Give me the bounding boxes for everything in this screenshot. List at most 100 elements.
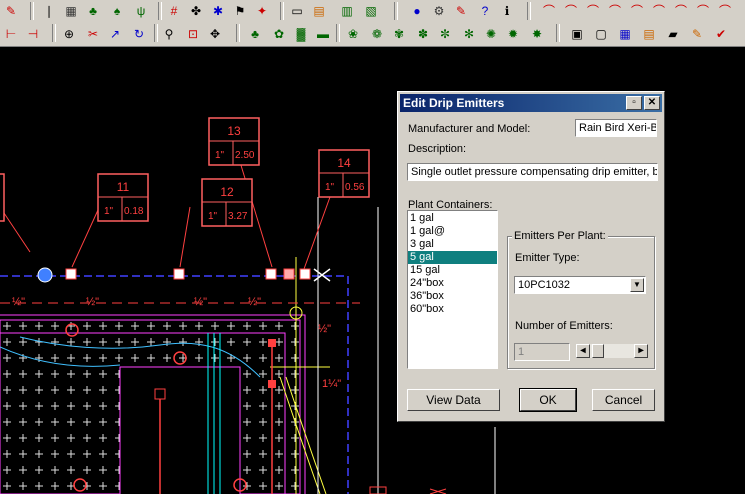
- table-icon[interactable]: ▦: [616, 25, 634, 43]
- callout-11[interactable]: 11 1" 0.18: [97, 173, 149, 222]
- select-icon[interactable]: ▭: [288, 2, 306, 20]
- check-icon[interactable]: ✔: [712, 25, 730, 43]
- manufacturer-field[interactable]: Rain Bird Xeri-B: [575, 119, 657, 137]
- list-item[interactable]: 60"box: [408, 303, 497, 316]
- toolbar-separator: [52, 24, 56, 42]
- list-item[interactable]: 1 gal: [408, 212, 497, 225]
- plant-copy-icon[interactable]: ✸: [528, 25, 546, 43]
- restore-icon[interactable]: ▫: [626, 96, 642, 110]
- report-icon[interactable]: ▥: [338, 2, 356, 20]
- arc-icon[interactable]: ⌒: [584, 2, 602, 20]
- chevron-right-icon[interactable]: ▸: [634, 344, 648, 358]
- plant-schedule-icon[interactable]: ✼: [436, 25, 454, 43]
- list-item[interactable]: 15 gal: [408, 264, 497, 277]
- edit-icon[interactable]: ✎: [452, 2, 470, 20]
- arc-icon[interactable]: ⌒: [650, 2, 668, 20]
- pan-icon[interactable]: ✥: [206, 25, 224, 43]
- measure-icon[interactable]: ⊣: [24, 25, 42, 43]
- emitter-type-select[interactable]: 10PC1032 ▼: [514, 276, 646, 294]
- settings-icon[interactable]: ⚙: [430, 2, 448, 20]
- callout-value: 2.50: [235, 150, 255, 161]
- detail-icon[interactable]: ▢: [592, 25, 610, 43]
- cancel-button[interactable]: Cancel: [592, 389, 655, 411]
- schedule-icon[interactable]: ▧: [362, 2, 380, 20]
- draw-icon[interactable]: ✎: [2, 2, 20, 20]
- rotate-icon[interactable]: ↻: [130, 25, 148, 43]
- num-emitters-field[interactable]: 1: [514, 343, 570, 361]
- edit-drip-emitters-dialog: Edit Drip Emitters ▫ ✕ Manufacturer and …: [397, 91, 665, 422]
- callout-14[interactable]: 14 1" 0.56: [318, 149, 370, 198]
- note-icon[interactable]: ✎: [688, 25, 706, 43]
- callout-value: 0.18: [124, 206, 144, 217]
- view-data-button[interactable]: View Data: [407, 389, 500, 411]
- pipe-label: ½": [248, 296, 261, 308]
- callout-size: 1": [208, 211, 218, 222]
- calc-icon[interactable]: ▤: [310, 2, 328, 20]
- emitter-symbol: [265, 268, 277, 280]
- chevron-left-icon[interactable]: ◂: [576, 344, 590, 358]
- list-item-selected[interactable]: 5 gal: [408, 251, 497, 264]
- zoom-icon[interactable]: ⚲: [160, 25, 178, 43]
- arc-icon[interactable]: ⌒: [628, 2, 646, 20]
- emitter-symbol: [65, 268, 77, 280]
- plant-group-icon[interactable]: ❀: [344, 25, 362, 43]
- info-icon[interactable]: ℹ: [498, 2, 516, 20]
- arc-icon[interactable]: ⌒: [606, 2, 624, 20]
- zoom-window-icon[interactable]: ⊡: [184, 25, 202, 43]
- close-icon[interactable]: ✕: [644, 96, 660, 110]
- containers-list[interactable]: 1 gal 1 gal@ 3 gal 5 gal 15 gal 24"box 3…: [407, 210, 498, 369]
- pen-icon[interactable]: ❘: [40, 2, 58, 20]
- list-item[interactable]: 3 gal: [408, 238, 497, 251]
- extend-icon[interactable]: ↗: [106, 25, 124, 43]
- num-emitters-label: Number of Emitters:: [515, 320, 613, 332]
- arc-icon[interactable]: ⌒: [672, 2, 690, 20]
- sprinkler-icon[interactable]: ✱: [209, 2, 227, 20]
- stamp-icon[interactable]: ▰: [664, 25, 682, 43]
- callout-12[interactable]: 12 1" 3.27: [201, 178, 253, 227]
- plant-delete-icon[interactable]: ✺: [482, 25, 500, 43]
- description-field[interactable]: Single outlet pressure compensating drip…: [407, 163, 658, 181]
- plant-label-icon[interactable]: ✽: [414, 25, 432, 43]
- arc-icon[interactable]: ⌒: [540, 2, 558, 20]
- callout-13[interactable]: 13 1" 2.50: [208, 117, 260, 166]
- slider-thumb[interactable]: [592, 344, 604, 358]
- plant-edit-icon[interactable]: ✻: [460, 25, 478, 43]
- list-item[interactable]: 1 gal@: [408, 225, 497, 238]
- toolbar-separator: [236, 24, 240, 42]
- valve-symbol: [37, 267, 53, 283]
- water-icon[interactable]: ●: [408, 2, 426, 20]
- arc-icon[interactable]: ⌒: [694, 2, 712, 20]
- plant-icon[interactable]: ♣: [84, 2, 102, 20]
- arc-icon[interactable]: ⌒: [562, 2, 580, 20]
- callout-number: 11: [117, 180, 130, 194]
- dimension-icon[interactable]: ⊢: [2, 25, 20, 43]
- plant-array-icon[interactable]: ✾: [390, 25, 408, 43]
- callout-value: 0.56: [345, 182, 365, 193]
- trim-icon[interactable]: ✂: [84, 25, 102, 43]
- list-item[interactable]: 36"box: [408, 290, 497, 303]
- crosshair-icon[interactable]: ⊕: [60, 25, 78, 43]
- list-item[interactable]: 24"box: [408, 277, 497, 290]
- chevron-down-icon[interactable]: ▼: [630, 278, 644, 292]
- dialog-titlebar[interactable]: Edit Drip Emitters ▫ ✕: [400, 94, 662, 112]
- tree-symbol-icon[interactable]: ♣: [246, 25, 264, 43]
- fill-icon[interactable]: ▦: [62, 2, 80, 20]
- layout-icon[interactable]: ▣: [568, 25, 586, 43]
- num-emitters-slider[interactable]: ◂ ▸: [576, 344, 648, 358]
- valve-icon[interactable]: ⚑: [231, 2, 249, 20]
- legend-icon[interactable]: ▤: [640, 25, 658, 43]
- ok-button[interactable]: OK: [519, 388, 577, 412]
- point-icon[interactable]: ✦: [253, 2, 271, 20]
- pipe-label: ½": [86, 296, 99, 308]
- grid-icon[interactable]: #: [165, 2, 183, 20]
- shrub-icon[interactable]: ✿: [270, 25, 288, 43]
- tree-icon[interactable]: ♠: [108, 2, 126, 20]
- help-icon[interactable]: ?: [476, 2, 494, 20]
- grass-icon[interactable]: ψ: [132, 2, 150, 20]
- turf-icon[interactable]: ▬: [314, 25, 332, 43]
- groundcover-icon[interactable]: ▓: [292, 25, 310, 43]
- plant-row-icon[interactable]: ❁: [368, 25, 386, 43]
- plant-move-icon[interactable]: ✹: [504, 25, 522, 43]
- arc-icon[interactable]: ⌒: [716, 2, 734, 20]
- spray-icon[interactable]: ✤: [187, 2, 205, 20]
